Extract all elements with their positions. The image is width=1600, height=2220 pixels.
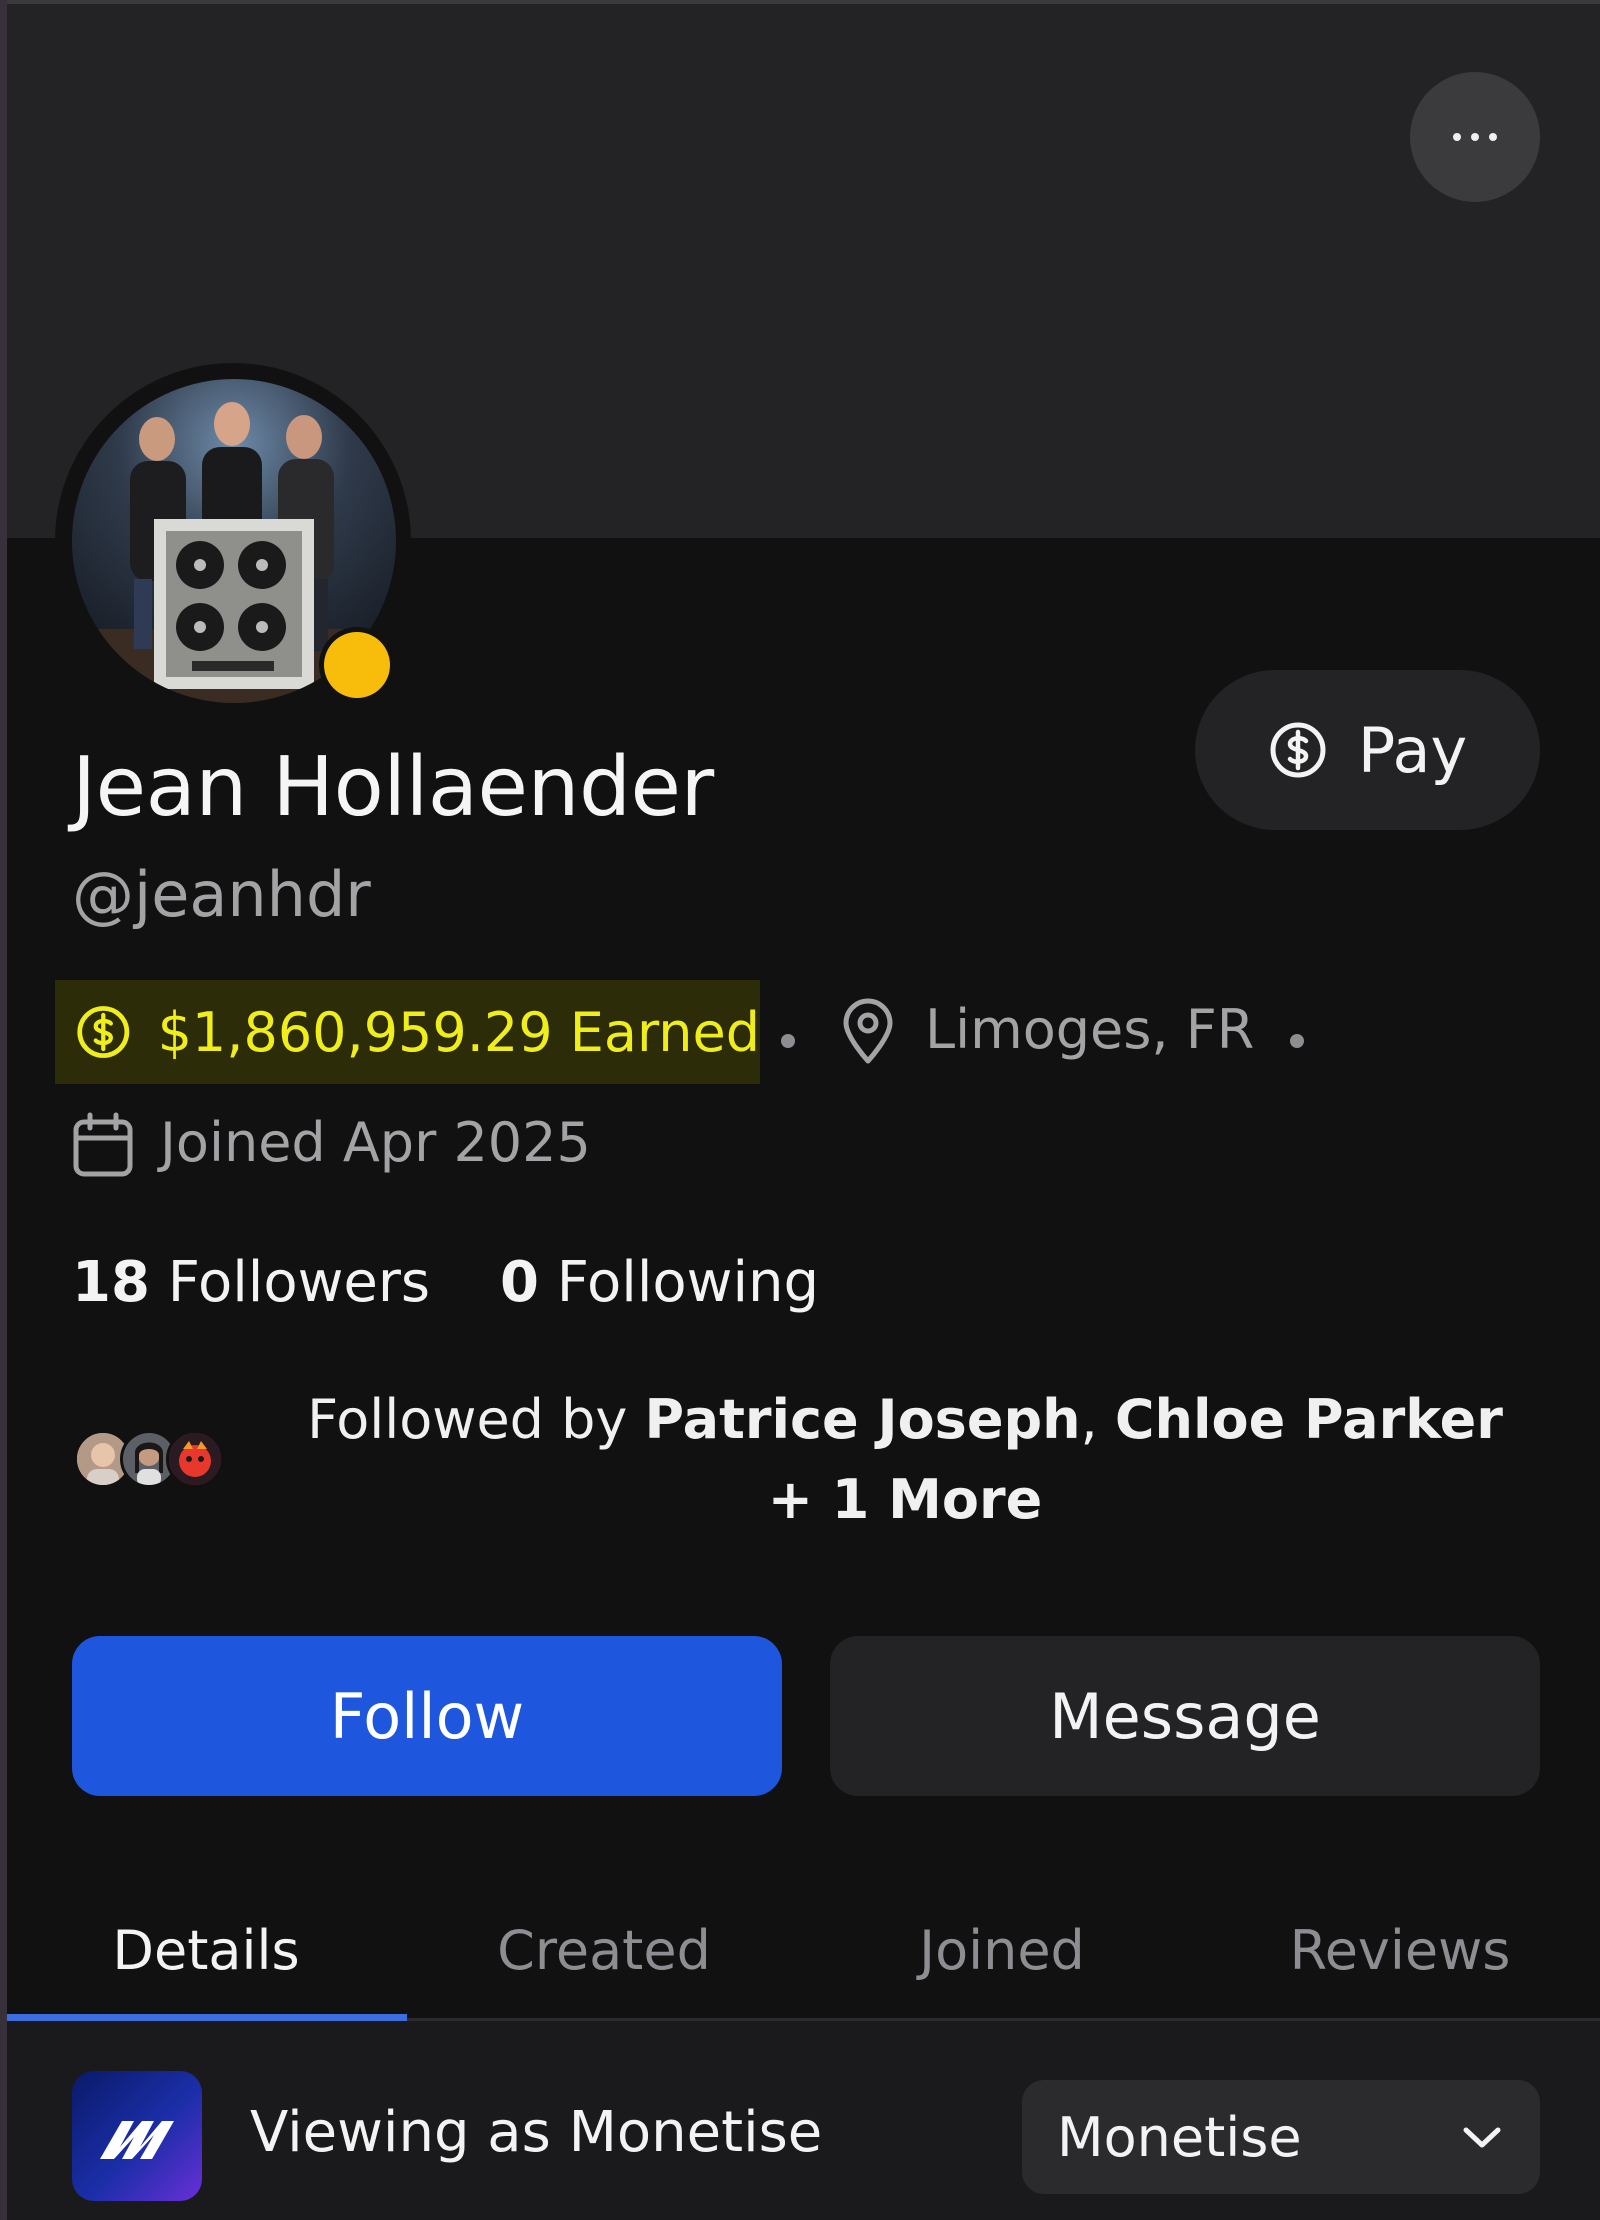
monetise-logo <box>72 2071 202 2201</box>
left-edge <box>0 0 7 2220</box>
profile-name: Jean Hollaender <box>72 740 714 835</box>
pay-button-label: Pay <box>1357 713 1468 787</box>
earned-badge: $1,860,959.29 Earned <box>55 980 760 1084</box>
joined-date: Joined Apr 2025 <box>160 1111 591 1174</box>
active-tab-indicator <box>7 2014 407 2021</box>
mutual-followers-avatars[interactable] <box>74 1430 234 1490</box>
message-button[interactable]: Message <box>830 1636 1540 1796</box>
map-pin-icon <box>843 998 893 1064</box>
followed-by-separator: , <box>1080 1388 1098 1451</box>
profile-tabs: Details Created Joined Reviews <box>7 1880 1600 2020</box>
profile-handle: @jeanhdr <box>72 858 371 931</box>
viewing-as-select[interactable]: Monetise <box>1022 2080 1540 2194</box>
following-count: 0 <box>500 1250 539 1315</box>
chevron-down-icon <box>1463 2127 1501 2148</box>
follow-button[interactable]: Follow <box>72 1636 782 1796</box>
viewing-as-text: Viewing as Monetise <box>250 2100 823 2165</box>
pay-button[interactable]: Pay <box>1195 670 1540 830</box>
dollar-circle-icon <box>77 1006 130 1058</box>
earned-amount: $1,860,959.29 Earned <box>157 1000 760 1064</box>
dollar-circle-icon <box>1270 722 1326 778</box>
tab-joined[interactable]: Joined <box>803 1880 1201 2020</box>
followers-count: 18 <box>72 1250 150 1315</box>
mutual-avatar <box>166 1430 224 1488</box>
more-options-button[interactable] <box>1410 72 1540 202</box>
tab-details[interactable]: Details <box>7 1880 405 2020</box>
profile-location: Limoges, FR <box>925 998 1255 1061</box>
separator-dot <box>1290 1034 1304 1048</box>
profile-page: Pay Jean Hollaender @jeanhdr $1,860,959.… <box>0 0 1600 2220</box>
calendar-icon <box>73 1112 133 1177</box>
tab-created[interactable]: Created <box>405 1880 803 2020</box>
mutual-follower-name[interactable]: Patrice Joseph <box>645 1388 1081 1451</box>
following-stat[interactable]: 0 Following <box>500 1250 819 1315</box>
followed-by-prefix: Followed by <box>307 1388 628 1451</box>
more-horizontal-icon <box>1448 133 1502 141</box>
online-status-indicator <box>319 627 395 703</box>
following-label: Following <box>556 1250 820 1315</box>
viewing-as-selected: Monetise <box>1057 2105 1302 2169</box>
followers-label: Followers <box>167 1250 431 1315</box>
tab-reviews[interactable]: Reviews <box>1201 1880 1599 2020</box>
followed-by-text[interactable]: Followed by Patrice Joseph, Chloe Parker… <box>280 1380 1530 1540</box>
followers-stat[interactable]: 18 Followers <box>72 1250 430 1315</box>
separator-dot <box>781 1034 795 1048</box>
